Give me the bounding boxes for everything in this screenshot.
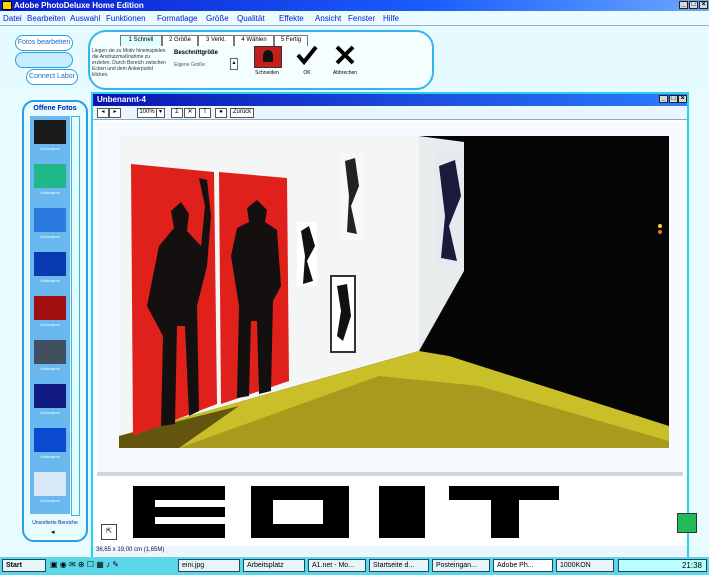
panel-footer-label: Unsortierte Bereiche [32,520,78,526]
document-status-bar: 36,65 x 19,00 cm (1,65M) [93,546,687,556]
edit-overlay-text [133,486,643,538]
menu-bar: Datei Bearbeiten Auswahl Funktionen Form… [0,12,709,26]
cancel-x-icon[interactable] [333,43,357,67]
photo-thumbnail-caption: Unbenannt [40,234,60,239]
taskbar-item-1000kon[interactable]: 1000KON [556,559,614,572]
connect-button[interactable]: Connect Labor [26,69,78,85]
menu-groesse[interactable]: Größe [206,14,229,23]
open-photos-title: Offene Fotos [33,105,77,112]
undo-button[interactable]: Zurück [230,108,254,118]
zoom-field[interactable]: 100% [137,108,157,118]
taskbar-item-arbeitsplatz[interactable]: Arbeitsplatz [243,559,305,572]
cut-tool-button[interactable]: ✕ [184,108,196,118]
photo-thumbnail[interactable] [34,340,66,364]
quick-launch-icons[interactable]: ▣ ◉ ✉ ⊕ ☐ ▦ ♪ ✎ [50,560,170,572]
photo-thumbnail[interactable] [34,208,66,232]
crop-size-hint: Eigene Größe [174,62,206,68]
thumbnail-list[interactable]: Unbenannt Unbenannt Unbenannt Unbenannt Unbe… [30,116,70,514]
menu-auswahl[interactable]: Auswahl [70,14,100,23]
crop-button-label: Schneiden [255,70,279,76]
cancel-button-label: Abbrechen [332,70,358,76]
menu-fenster[interactable]: Fenster [348,14,375,23]
photo-thumbnail[interactable] [34,164,66,188]
app-icon [2,1,12,10]
crop-size-label: Beschnittgröße [174,50,219,56]
canvas-area[interactable] [97,122,683,472]
photo-canvas[interactable] [119,136,669,448]
scroll-arrows-icon[interactable]: ⇱ [101,524,117,540]
tab-waehlen[interactable]: 4 Wählen [234,35,274,46]
taskbar-item-adobe[interactable]: Adobe Ph... [493,559,553,572]
menu-qualitaet[interactable]: Qualität [237,14,265,23]
clock: 21:38 [681,561,702,570]
fotos-bearbeiten-button[interactable]: Fotos bearbeiten [15,35,73,51]
crop-photo-icon[interactable] [254,46,282,68]
taskbar-item-eini[interactable]: eini.jpg [178,559,240,572]
prev-button[interactable]: ◂ [97,108,109,118]
taskbar-item-startseite[interactable]: Startseite d... [369,559,429,572]
photo-thumbnail-caption: Unbenannt [40,322,60,327]
start-button[interactable]: Start [2,559,46,572]
menu-effekte[interactable]: Effekte [279,14,304,23]
photo-thumbnail[interactable] [34,472,66,496]
thumbnail-scrollbar[interactable] [71,116,80,516]
photo-thumbnail[interactable] [34,296,66,320]
tab-verkl[interactable]: 3 Verkl. [198,35,234,46]
minimize-button[interactable]: _ [679,1,688,9]
system-tray: 21:38 [618,559,707,572]
tab-schnell[interactable]: 1 Schnell [120,35,162,46]
document-title: Unbenannt-4 [97,95,146,104]
close-button[interactable]: × [699,1,708,9]
photo-thumbnail-caption: Unbenannt [40,498,60,503]
menu-formatlage[interactable]: Formatlage [157,14,197,23]
ok-button-label: OK [303,70,311,76]
document-window: Unbenannt-4 _ □ × ◂ ▸ 100% ▾ Σ ✕ T ● Zur… [91,92,689,561]
taskbar-item-posteingang[interactable]: Posteingan... [432,559,490,572]
photo-thumbnail-caption: Unbenannt [40,278,60,283]
gallery-room-photo [119,136,669,448]
open-photos-panel: Offene Fotos Unbenannt Unbenannt Unbenannt… [22,100,88,542]
menu-funktionen[interactable]: Funktionen [106,14,146,23]
menu-ansicht[interactable]: Ansicht [315,14,341,23]
maximize-button[interactable]: □ [689,1,698,9]
photo-thumbnail-caption: Unbenannt [40,366,60,371]
document-size-status: 36,65 x 19,00 cm (1,65M) [96,547,165,553]
taskbar-item-a1net[interactable]: A1.net - Mo... [308,559,366,572]
sum-tool-button[interactable]: Σ [171,108,183,118]
photo-thumbnail[interactable] [34,252,66,276]
menu-hilfe[interactable]: Hilfe [383,14,399,23]
photo-thumbnail-caption: Unbenannt [40,454,60,459]
desktop-screen: Adobe PhotoDeluxe Home Edition _ □ × Dat… [0,0,709,575]
app-title: Adobe PhotoDeluxe Home Edition [14,1,144,10]
menu-datei[interactable]: Datei [3,14,22,23]
taskbar: Start ▣ ◉ ✉ ⊕ ☐ ▦ ♪ ✎ eini.jpg Arbeitspl… [0,557,709,575]
doc-maximize-button[interactable]: □ [669,95,678,103]
photo-thumbnail-caption: Unbenannt [40,190,60,195]
palette-icon[interactable] [677,513,697,533]
checkmark-icon[interactable] [295,43,319,67]
photo-thumbnail-caption: Unbenannt [40,146,60,151]
photo-thumbnail[interactable] [34,428,66,452]
doc-minimize-button[interactable]: _ [659,95,668,103]
doc-close-button[interactable]: × [678,95,687,103]
app-title-bar[interactable]: Adobe PhotoDeluxe Home Edition _ □ × [0,0,709,11]
next-button[interactable]: ▸ [109,108,121,118]
crop-size-spinner[interactable]: ▴ [230,58,238,70]
menu-bearbeiten[interactable]: Bearbeiten [27,14,66,23]
text-tool-button[interactable]: T [199,108,211,118]
zoom-dropdown[interactable]: ▾ [156,108,165,118]
speaker-icon[interactable]: ◂ [51,528,55,536]
guided-activity-panel: 1 Schnell 2 Größe 3 Verkl. 4 Wählen 5 Fe… [88,30,434,90]
shortcut-button-2[interactable] [15,52,73,68]
wizard-description: Liegen sie zu Motiv hineinspielen die An… [92,48,166,78]
photo-thumbnail-caption: Unbenannt [40,410,60,415]
color-tool-button[interactable]: ● [215,108,227,118]
document-toolbar: ◂ ▸ 100% ▾ Σ ✕ T ● Zurück [93,106,687,120]
tab-groesse[interactable]: 2 Größe [162,35,198,46]
photo-thumbnail[interactable] [34,120,66,144]
photo-thumbnail[interactable] [34,384,66,408]
canvas-divider [97,472,683,476]
document-title-bar[interactable]: Unbenannt-4 _ □ × [93,94,687,106]
